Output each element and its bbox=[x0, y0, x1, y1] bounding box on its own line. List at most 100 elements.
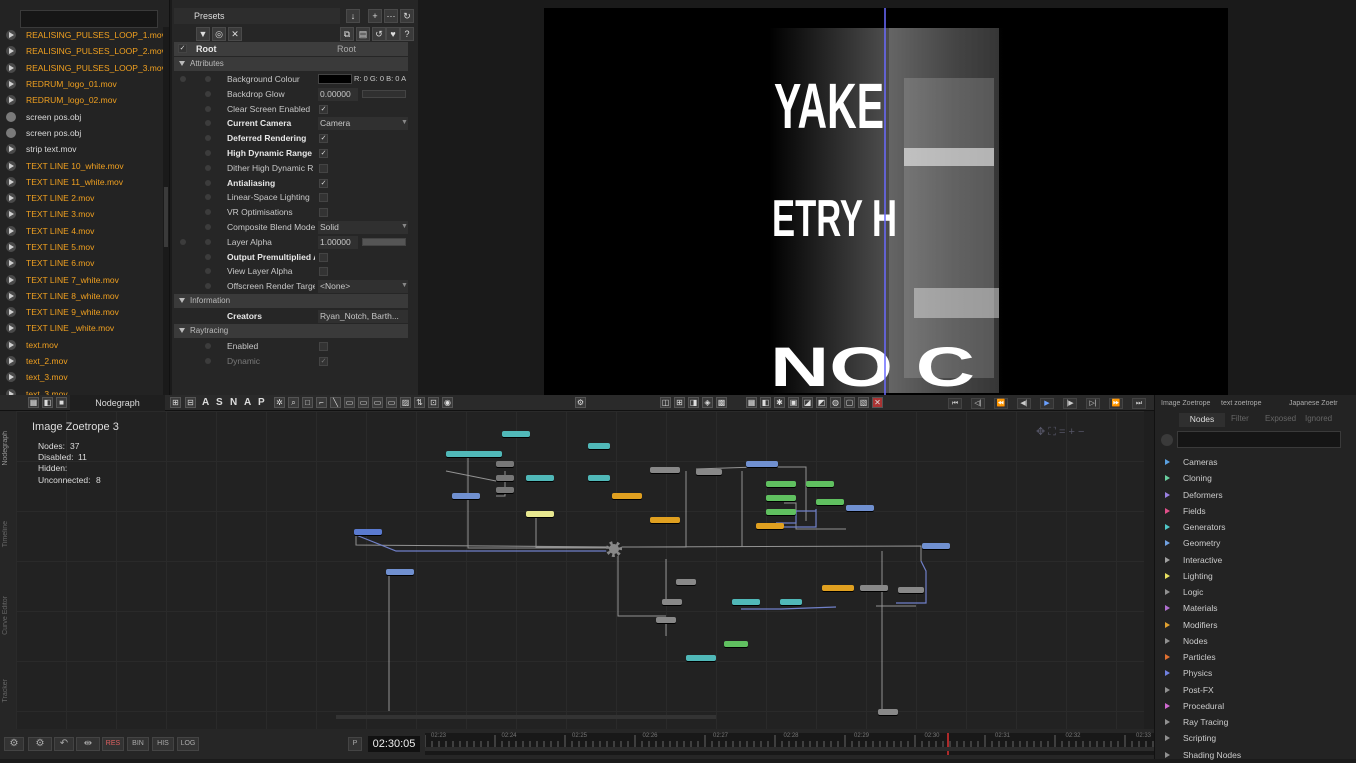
resource-item[interactable]: screen pos.obj bbox=[0, 125, 165, 141]
fill-icon[interactable]: ■ bbox=[56, 397, 67, 408]
keyframe-dot[interactable] bbox=[205, 283, 211, 290]
subtab-exposed[interactable]: Exposed bbox=[1265, 413, 1296, 425]
graph-node[interactable] bbox=[766, 495, 796, 501]
nodegraph-canvas[interactable]: ✥ ⛶ = + − bbox=[16, 411, 1144, 729]
line-icon[interactable]: ╲ bbox=[330, 397, 341, 408]
section-raytracing[interactable]: Raytracing bbox=[174, 324, 408, 338]
more-icon[interactable]: ⋯ bbox=[384, 9, 398, 23]
presets-dropdown[interactable]: Presets bbox=[174, 8, 340, 24]
gear-icon[interactable]: ✲ bbox=[274, 397, 285, 408]
property-slider[interactable] bbox=[362, 237, 406, 246]
keyframe-dot[interactable] bbox=[205, 253, 211, 260]
stripe-icon[interactable]: ▨ bbox=[400, 397, 411, 408]
keyframe-dot[interactable] bbox=[205, 135, 211, 142]
view13-icon[interactable]: ▢ bbox=[844, 397, 855, 408]
keyframe-dot[interactable] bbox=[205, 179, 211, 186]
graph-node[interactable] bbox=[822, 585, 854, 591]
resource-item[interactable]: TEXT LINE 11_white.mov bbox=[0, 174, 165, 190]
keyframe-dot[interactable] bbox=[205, 209, 211, 216]
resource-item[interactable]: REALISING_PULSES_LOOP_1.mov bbox=[0, 27, 165, 43]
resource-item[interactable]: TEXT LINE 8_white.mov bbox=[0, 288, 165, 304]
root-row[interactable]: ✓ Root Root bbox=[174, 42, 408, 56]
graph-node[interactable] bbox=[676, 579, 696, 585]
section-information[interactable]: Information bbox=[174, 294, 408, 308]
graph-node[interactable] bbox=[878, 709, 898, 715]
graph-node[interactable] bbox=[898, 587, 924, 593]
keyframe-dot[interactable] bbox=[205, 358, 211, 364]
undo-icon[interactable]: ↶ bbox=[54, 737, 74, 751]
property-checkbox[interactable] bbox=[319, 193, 328, 203]
graph-node[interactable] bbox=[452, 493, 480, 499]
transport-button[interactable]: ⏭ bbox=[1132, 398, 1146, 409]
property-checkbox[interactable] bbox=[319, 208, 328, 218]
snap-letter-s[interactable]: S bbox=[216, 397, 223, 408]
keyframe-dot[interactable] bbox=[205, 194, 211, 201]
keyframe-dot[interactable] bbox=[205, 343, 211, 349]
view-icon[interactable]: ◫ bbox=[660, 397, 671, 408]
view11-icon[interactable]: ◩ bbox=[816, 397, 827, 408]
view14-icon[interactable]: ▧ bbox=[858, 397, 869, 408]
node2-icon[interactable]: ▭ bbox=[358, 397, 369, 408]
resource-item[interactable]: REALISING_PULSES_LOOP_2.mov bbox=[0, 43, 165, 59]
record-icon[interactable]: ◉ bbox=[442, 397, 453, 408]
timeline-ruler[interactable]: 02:23 02:24 02:25 02:26 02:27 02:28 02:29 02:30… bbox=[425, 733, 1154, 755]
resource-item[interactable]: text_2.mov bbox=[0, 353, 165, 369]
transport-button[interactable]: ⏮ bbox=[948, 398, 962, 409]
property-select[interactable]: <None> bbox=[318, 280, 408, 294]
resource-item[interactable]: strip text.mov bbox=[0, 141, 165, 157]
resource-item[interactable]: TEXT LINE 3.mov bbox=[0, 206, 165, 222]
property-checkbox[interactable]: ✓ bbox=[319, 149, 328, 158]
keyframe-dot[interactable] bbox=[205, 224, 211, 230]
resource-item[interactable]: TEXT LINE 10_white.mov bbox=[0, 157, 165, 173]
property-checkbox[interactable] bbox=[319, 252, 328, 262]
graph-node[interactable] bbox=[650, 467, 680, 473]
property-checkbox[interactable] bbox=[319, 163, 328, 173]
timecode-display[interactable]: 02:30:05 bbox=[368, 736, 420, 752]
view4-icon[interactable]: ◈ bbox=[702, 397, 713, 408]
resource-item[interactable]: screen pos.obj bbox=[0, 108, 165, 124]
link-icon[interactable]: ⌐ bbox=[316, 397, 327, 408]
view8-icon[interactable]: ✱ bbox=[774, 397, 785, 408]
property-number-input[interactable]: 1.00000 bbox=[318, 235, 358, 249]
tab-japanese-zoetrope[interactable]: Japanese Zoetr bbox=[1289, 398, 1349, 410]
graph-node[interactable] bbox=[724, 641, 748, 647]
view7-icon[interactable]: ◧ bbox=[760, 397, 771, 408]
grid-icon[interactable]: ⊞ bbox=[170, 397, 181, 408]
resource-item[interactable]: TEXT LINE 6.mov bbox=[0, 255, 165, 271]
property-checkbox[interactable]: ✓ bbox=[319, 104, 328, 114]
resource-item[interactable]: TEXT LINE 7_white.mov bbox=[0, 271, 165, 287]
view12-icon[interactable]: ◍ bbox=[830, 397, 841, 408]
graph-node[interactable] bbox=[662, 599, 682, 605]
resource-item[interactable]: TEXT LINE 9_white.mov bbox=[0, 304, 165, 320]
graph-node[interactable] bbox=[746, 461, 778, 467]
view5-icon[interactable]: ▩ bbox=[716, 397, 727, 408]
graph-node[interactable] bbox=[806, 481, 834, 487]
graph-node[interactable] bbox=[588, 443, 610, 449]
help-icon[interactable]: ? bbox=[400, 27, 414, 41]
subtab-filter[interactable]: Filter bbox=[1231, 413, 1249, 425]
keyframe-dot[interactable] bbox=[205, 120, 211, 127]
transport-button[interactable]: |▶ bbox=[1063, 398, 1077, 409]
view9-icon[interactable]: ▣ bbox=[788, 397, 799, 408]
graph-node[interactable] bbox=[686, 655, 716, 661]
graph-node[interactable] bbox=[780, 599, 802, 605]
root-checkbox[interactable]: ✓ bbox=[178, 44, 187, 53]
graph-node[interactable] bbox=[496, 475, 514, 481]
graph-node[interactable] bbox=[922, 543, 950, 549]
resource-item[interactable]: TEXT LINE _white.mov bbox=[0, 320, 165, 336]
bin-button[interactable]: BIN bbox=[127, 737, 149, 751]
tab-nodegraph[interactable]: Nodegraph bbox=[70, 395, 165, 411]
graph-node[interactable] bbox=[446, 451, 502, 457]
node-icon[interactable]: ▭ bbox=[344, 397, 355, 408]
graph-node[interactable] bbox=[526, 511, 554, 517]
tab-image-zoetrope[interactable]: Image Zoetrope bbox=[1161, 398, 1219, 410]
graph-node[interactable] bbox=[612, 493, 642, 499]
search-icon[interactable]: ⌕ bbox=[288, 397, 299, 408]
keyframe-dot[interactable] bbox=[205, 238, 211, 245]
square-icon[interactable]: □ bbox=[302, 397, 313, 408]
resource-item[interactable]: REDRUM_logo_01.mov bbox=[0, 76, 165, 92]
align-icon[interactable]: ⊟ bbox=[185, 397, 196, 408]
anim-dot[interactable] bbox=[180, 238, 186, 245]
transport-button[interactable]: ⏪ bbox=[994, 398, 1008, 409]
resource-item[interactable]: text.mov bbox=[0, 337, 165, 353]
